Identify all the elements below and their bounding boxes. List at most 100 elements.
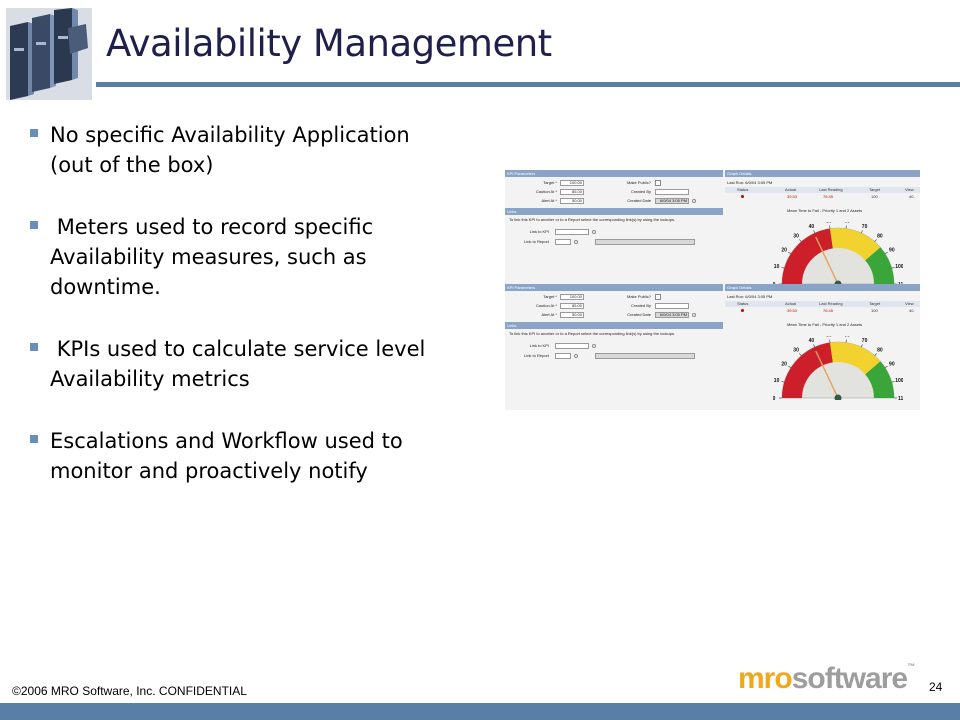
lookup-icon[interactable] <box>574 354 578 358</box>
target-field[interactable]: 100.00 <box>560 180 584 186</box>
gauge-tick-label: 20 <box>781 247 787 253</box>
alert-label: Alert At * <box>541 312 557 317</box>
kpi-screenshot: KPI Parameters Graph Details Target * 10… <box>505 170 920 410</box>
grid-header-target: Target <box>869 301 881 306</box>
gauge-tick-label: 20 <box>781 361 787 367</box>
gauge-tick-label: 30 <box>793 348 799 354</box>
gauge-tick-label: 0 <box>773 396 776 400</box>
calendar-icon[interactable] <box>692 313 696 317</box>
brand-mro-text: mro <box>738 662 793 695</box>
grid-value-actual: 39.53 <box>787 308 798 313</box>
bullet-list: No specific Availability Application (ou… <box>28 120 458 518</box>
calendar-icon[interactable] <box>692 199 696 203</box>
target-label: Target * <box>543 180 557 185</box>
caution-field[interactable]: 85.00 <box>560 189 584 195</box>
created-by-field[interactable] <box>655 303 689 309</box>
lookup-icon[interactable] <box>592 344 596 348</box>
links-header: Links <box>505 322 723 329</box>
bullet-item: Escalations and Workflow used to monitor… <box>28 426 458 486</box>
square-bullet-icon <box>30 221 38 229</box>
lookup-icon[interactable] <box>574 240 578 244</box>
lookup-icon[interactable] <box>592 230 596 234</box>
alert-field[interactable]: 50.00 <box>560 312 584 318</box>
grid-value-view: 40. <box>909 308 915 313</box>
gauge-tick <box>813 344 816 348</box>
created-date-label: Created Date <box>627 198 651 203</box>
gauge-tick <box>860 344 863 348</box>
grid-value-actual: 39.53 <box>787 194 798 199</box>
bullet-item: No specific Availability Application (ou… <box>28 120 458 180</box>
gauge-tick <box>874 353 877 356</box>
link-kpi-field[interactable] <box>555 229 589 235</box>
created-date-label: Created Date <box>627 312 651 317</box>
gauge-tick-label: 80 <box>877 348 883 354</box>
status-alert-icon <box>741 195 744 198</box>
created-by-label: Created By <box>630 303 651 308</box>
gauge-tick-label: 90 <box>889 247 895 253</box>
created-date-field[interactable]: 6/0/04 3:05 PM <box>655 198 689 204</box>
gauge-chart: 0102030405060708090100110 <box>773 222 903 286</box>
graph-details-header: Graph Details <box>725 284 920 291</box>
gauge-title: Mean Time to Fail - Priority 1 and 2 Ass… <box>787 322 863 327</box>
bullet-text: No specific Availability Application (ou… <box>50 123 417 177</box>
make-public-label: Make Public? <box>626 294 651 299</box>
square-bullet-icon <box>30 129 38 137</box>
bullet-text: Escalations and Workflow used to monitor… <box>50 429 410 483</box>
grid-value-last-reading: 76.45 <box>823 194 834 199</box>
caution-field[interactable]: 85.00 <box>560 303 584 309</box>
gauge-tick <box>891 381 895 383</box>
link-report-field[interactable] <box>555 353 571 359</box>
gauge-tick <box>884 251 888 254</box>
brand-software-text: software <box>791 662 908 695</box>
mro-software-logo: mrosoftware™ <box>738 662 915 696</box>
grid-header-actual: Actual <box>785 301 797 306</box>
gauge-chart: 0102030405060708090100110 <box>773 336 903 400</box>
grid-header-status: Status <box>737 301 749 306</box>
books-logo-icon <box>6 8 92 100</box>
footer-bar <box>0 703 960 720</box>
grid-header-view: View <box>905 301 914 306</box>
created-by-field[interactable] <box>655 189 689 195</box>
gauge-tick <box>788 251 792 254</box>
grid-header-actual: Actual <box>785 187 797 192</box>
target-label: Target * <box>543 294 557 299</box>
created-date-field[interactable]: 6/0/04 3:05 PM <box>655 312 689 318</box>
page-number: 24 <box>929 680 943 694</box>
links-header: Links <box>505 208 723 215</box>
caution-label: Caution At * <box>535 189 557 194</box>
grid-value-target: 100 <box>871 194 878 199</box>
alert-field[interactable]: 50.00 <box>560 198 584 204</box>
gauge-tick-label: 100 <box>895 378 903 384</box>
links-hint: To link this KPI to another or to a Repo… <box>509 331 676 336</box>
gauge-tick-label: 60 <box>844 336 850 339</box>
link-report-label: Link to Report <box>524 239 549 244</box>
target-field[interactable]: 100.00 <box>560 294 584 300</box>
make-public-checkbox[interactable] <box>655 180 661 186</box>
gauge-tick <box>781 381 785 383</box>
gauge-tick-label: 40 <box>809 224 815 230</box>
link-report-label: Link to Report <box>524 353 549 358</box>
link-report-field[interactable] <box>555 239 571 245</box>
kpi-panel: KPI Parameters Graph Details Target * 10… <box>505 170 920 286</box>
last-run: Last Run: 6/0/04 3:05 PM <box>727 180 773 185</box>
grid-value-target: 100 <box>871 308 878 313</box>
grid-header-status: Status <box>737 187 749 192</box>
status-alert-icon <box>741 309 744 312</box>
gauge-tick-label: 50 <box>826 222 832 225</box>
grid-header-target: Target <box>869 187 881 192</box>
square-bullet-icon <box>30 343 38 351</box>
make-public-checkbox[interactable] <box>655 294 661 300</box>
caution-label: Caution At * <box>535 303 557 308</box>
gauge-tick <box>813 230 816 234</box>
gauge-tick-label: 50 <box>826 336 832 339</box>
gauge-tick-label: 110 <box>898 396 903 400</box>
copyright-text: ©2006 MRO Software, Inc. CONFIDENTIAL <box>12 684 247 698</box>
link-kpi-label: Link to KPI <box>529 343 549 348</box>
make-public-label: Make Public? <box>626 180 651 185</box>
gauge-tick-label: 10 <box>774 378 780 384</box>
bullet-text: KPIs used to calculate service level Ava… <box>50 337 433 391</box>
link-kpi-field[interactable] <box>555 343 589 349</box>
gauge-tick-label: 90 <box>889 361 895 367</box>
trademark-symbol: ™ <box>907 662 916 671</box>
graph-details-header: Graph Details <box>725 170 920 177</box>
